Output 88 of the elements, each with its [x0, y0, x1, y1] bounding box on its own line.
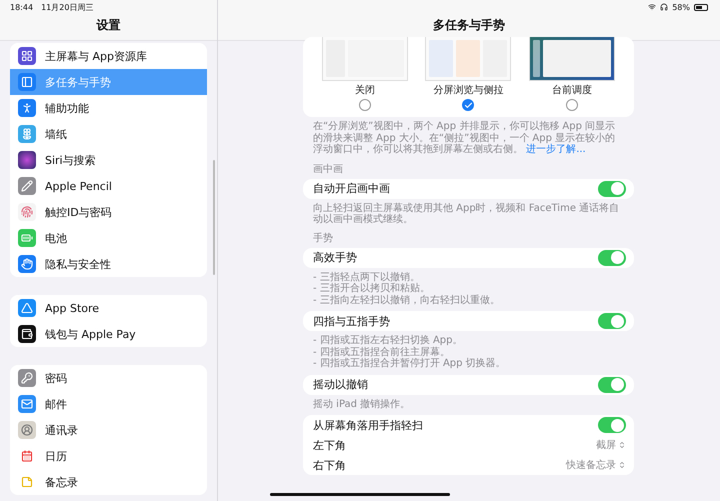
radio-button[interactable] [566, 99, 578, 111]
sidebar-item[interactable]: 墙纸 [10, 121, 207, 147]
footnote: - 三指轻点两下以撤销。 [312, 270, 421, 282]
wifi-icon [648, 3, 656, 11]
sidebar-item[interactable]: 主屏幕与 App资源库 [10, 43, 207, 69]
toggle-switch[interactable] [598, 313, 626, 329]
sidebar-item-label: 触控ID与密码 [45, 204, 112, 220]
radio-button[interactable] [358, 99, 371, 111]
sidebar-item[interactable]: Apple Pencil [10, 173, 207, 199]
setting-label: 左下角 [313, 438, 346, 452]
grid-icon [18, 47, 36, 65]
sidebar-item-label: 钱包与 Apple Pay [45, 326, 136, 342]
battery-percent: 58% [672, 2, 690, 12]
chevron-up-down-icon [618, 441, 626, 449]
footnote: - 三指向左轻扫以撤销，向右轻扫以重做。 [312, 294, 501, 306]
sidebar-item[interactable]: Siri与搜索 [10, 147, 207, 173]
footnote: - 四指或五指捏合并暂停打开 App 切换器。 [312, 358, 507, 370]
sidebar-item-label: 日历 [45, 448, 67, 464]
sidebar-item-label: Siri与搜索 [45, 152, 96, 168]
sidebar-item[interactable]: 通讯录 [10, 417, 207, 443]
option-label: 分屏浏览与侧拉 [433, 84, 504, 97]
sidebar-item[interactable]: App Store [10, 295, 207, 321]
setting-label: 高效手势 [313, 250, 357, 265]
toggle-switch[interactable] [598, 417, 626, 433]
footnote: - 四指或五指左右轻扫切换 App。 [312, 334, 464, 346]
sidebar-title: 设置 [95, 16, 122, 34]
toggle-switch[interactable] [598, 250, 626, 266]
sidebar-item-label: Apple Pencil [45, 180, 112, 192]
toggle-switch[interactable] [598, 180, 626, 196]
footnote: 在“分屏浏览”视图中，两个 App 并排显示，你可以拖移 App 间显示的滑块来调整 App 大小。在“侧拉”视图中，一个 App 显示在较小的浮动窗口中，你可以将其拖到屏幕左侧或右侧。 进一步了解... [312, 120, 616, 156]
setting-label: 自动开启画中画 [313, 181, 390, 196]
picker-value: 截屏 [596, 438, 616, 452]
orb-icon [18, 151, 36, 169]
sidebar-item[interactable]: 备忘录 [10, 469, 207, 495]
sidebar-item[interactable]: 隐私与安全性 [10, 251, 207, 277]
sidebar-item-label: 通讯录 [45, 422, 78, 438]
accessibility-icon [18, 99, 36, 117]
status-time: 18:44 [10, 2, 34, 12]
fingerprint-icon [18, 203, 36, 221]
sidebar-item[interactable]: 邮件 [10, 391, 207, 417]
sidebar-item[interactable]: 辅助功能 [10, 95, 207, 121]
setting-label: 四指与五指手势 [313, 314, 390, 328]
sidebar-item[interactable]: 电池 [10, 225, 207, 251]
section-header: 画中画 [312, 162, 344, 176]
option-label: 关闭 [354, 84, 375, 97]
sidebar-item-label: 主屏幕与 App资源库 [45, 48, 147, 64]
sidebar-item-label: 邮件 [45, 396, 67, 412]
mail-icon [18, 395, 36, 413]
setting-label: 从屏幕角落用手指轻扫 [313, 418, 423, 432]
section-header: 手势 [312, 232, 334, 246]
panel-icon [18, 73, 36, 91]
footnote: - 三指开合以拷贝和粘贴。 [312, 283, 431, 294]
sidebar-item-label: 备忘录 [45, 474, 78, 490]
picker-value: 快速备忘录 [566, 458, 616, 472]
battery-icon [18, 229, 36, 247]
contact-icon [18, 421, 36, 439]
setting-label: 摇动以撤销 [313, 377, 368, 392]
wallet-icon [18, 325, 36, 343]
value-picker[interactable]: 快速备忘录 [566, 458, 626, 472]
sidebar-item-label: 辅助功能 [45, 100, 89, 116]
headphones-icon [660, 3, 668, 11]
sidebar-item[interactable]: 钱包与 Apple Pay [10, 321, 207, 347]
learn-more-link[interactable]: 进一步了解... [526, 144, 586, 155]
footnote: 摇动 iPad 撤销操作。 [312, 398, 412, 410]
setting-label: 右下角 [313, 458, 346, 472]
option-label: 台前调度 [552, 84, 592, 97]
hand-icon [18, 255, 36, 273]
sidebar-item-label: 多任务与手势 [45, 74, 111, 90]
radio-button[interactable] [462, 99, 474, 111]
status-date: 11月20日周三 [41, 2, 94, 12]
footnote: - 四指或五指捏合前往主屏幕。 [312, 346, 451, 358]
battery-icon [694, 4, 708, 10]
sidebar-item[interactable]: 密码 [10, 365, 207, 391]
page-title: 多任务与手势 [432, 16, 506, 34]
pencil-icon [18, 177, 36, 195]
sidebar-item-label: 电池 [45, 230, 67, 246]
key-icon [18, 369, 36, 387]
sidebar-item[interactable]: 触控ID与密码 [10, 199, 207, 225]
sidebar-item-label: 墙纸 [45, 126, 67, 142]
toggle-switch[interactable] [598, 376, 626, 392]
value-picker[interactable]: 截屏 [596, 438, 626, 452]
sidebar-item-label: App Store [45, 302, 100, 314]
flower-icon [18, 125, 36, 143]
sidebar-item-label: 密码 [45, 370, 67, 386]
chevron-up-down-icon [618, 461, 626, 469]
sidebar-item[interactable]: 日历 [10, 443, 207, 469]
footnote: 向上轻扫返回主屏幕或使用其他 App时，视频和 FaceTime 通话将自动以画中画模式继续。 [312, 202, 620, 226]
sidebar-item-label: 隐私与安全性 [45, 256, 111, 272]
